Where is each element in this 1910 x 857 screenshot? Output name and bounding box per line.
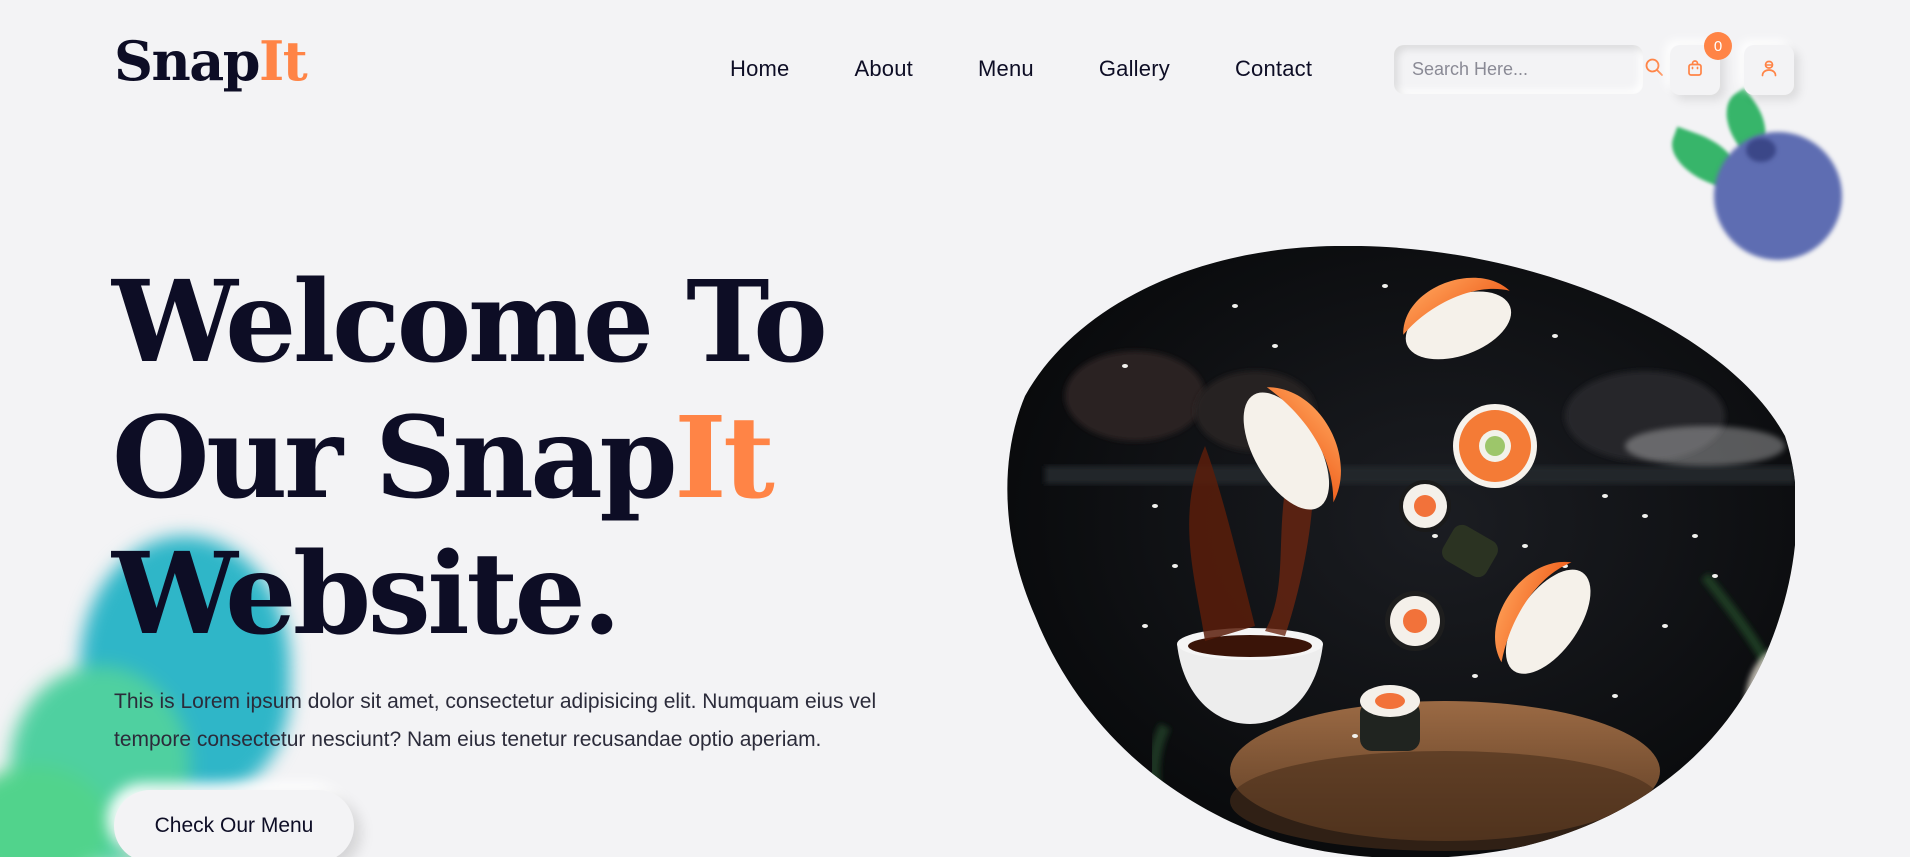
decorative-blueberry-top bbox=[1746, 138, 1776, 162]
hero-title-brand-main: Our Snap bbox=[112, 393, 678, 524]
shopping-bag-icon bbox=[1686, 59, 1704, 82]
user-button[interactable] bbox=[1744, 45, 1794, 95]
search-input[interactable] bbox=[1412, 59, 1644, 80]
hero-title-line-3: Website. bbox=[112, 529, 621, 660]
user-icon bbox=[1760, 59, 1778, 82]
hero-title-brand-accent: It bbox=[674, 393, 775, 524]
hero-sushi-image bbox=[1007, 246, 1795, 857]
search-icon[interactable] bbox=[1644, 57, 1664, 82]
nav-about[interactable]: About bbox=[855, 56, 914, 82]
nav-home[interactable]: Home bbox=[730, 56, 790, 82]
nav-gallery[interactable]: Gallery bbox=[1099, 56, 1170, 82]
brand-name-main: Snap bbox=[114, 29, 261, 93]
hero-title-line-2: Our SnapIt bbox=[112, 391, 872, 527]
cart-button[interactable]: 0 bbox=[1670, 32, 1732, 95]
hero-title-line-1: Welcome To bbox=[112, 257, 828, 388]
nav-contact[interactable]: Contact bbox=[1235, 56, 1312, 82]
brand-name-accent: It bbox=[259, 29, 308, 93]
decorative-blueberry bbox=[1714, 132, 1842, 260]
brand-logo[interactable]: SnapIt bbox=[114, 34, 308, 88]
landing-page: SnapIt Home About Menu Gallery Contact 0 bbox=[0, 0, 1910, 857]
hero-description: This is Lorem ipsum dolor sit amet, cons… bbox=[114, 690, 877, 751]
cart-count-badge: 0 bbox=[1704, 32, 1732, 60]
search-box bbox=[1394, 45, 1663, 94]
hero-title: Welcome To Our SnapIt Website. bbox=[112, 255, 872, 663]
check-our-menu-button[interactable]: Check Our Menu bbox=[114, 790, 354, 857]
main-nav: Home About Menu Gallery Contact bbox=[730, 56, 1377, 82]
nav-menu[interactable]: Menu bbox=[978, 56, 1034, 82]
